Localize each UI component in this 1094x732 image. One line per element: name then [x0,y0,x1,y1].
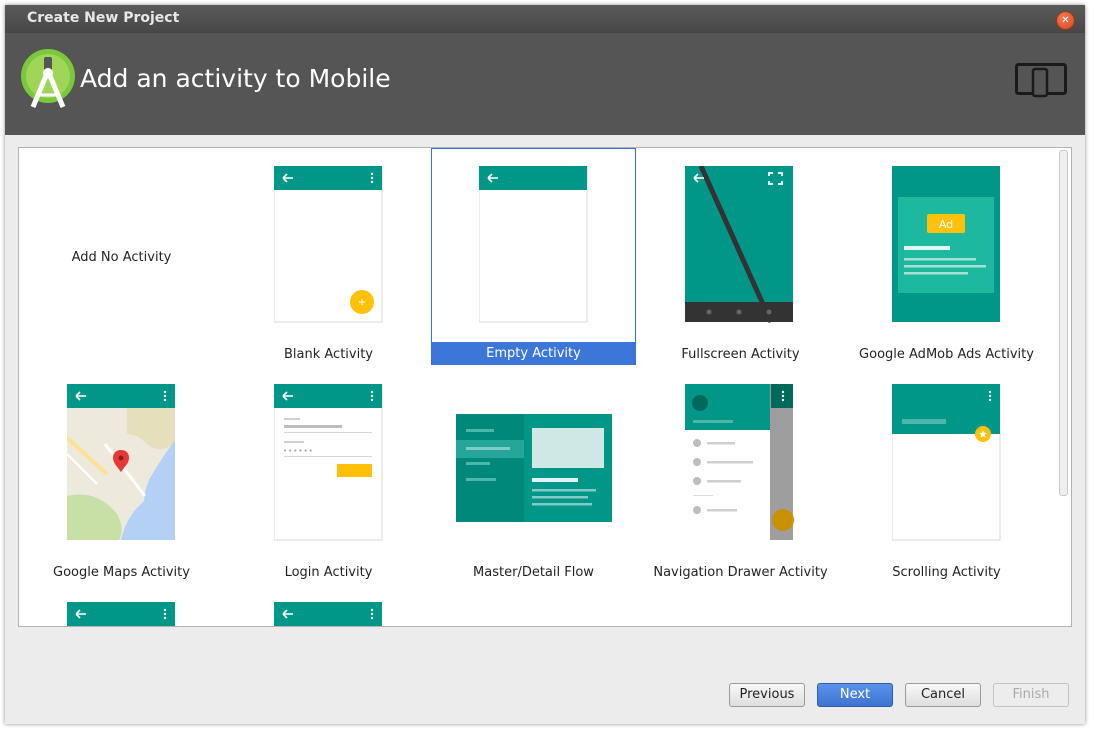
template-fullscreen-activity[interactable]: Fullscreen Activity [638,148,843,365]
template-master-detail-flow[interactable]: Master/Detail Flow [431,366,636,583]
template-scrolling-activity[interactable]: Scrolling Activity [844,366,1049,583]
template-empty-activity[interactable]: Empty Activity [431,148,636,365]
next-button[interactable]: Next [817,683,893,707]
title-bar: Create New Project ✕ [5,5,1085,33]
ad-badge-text: Ad [939,218,953,231]
template-navigation-drawer-activity[interactable]: Navigation Drawer Activity [638,366,843,583]
header-title: Add an activity to Mobile [80,64,391,93]
activity-gallery: Add No Activity Blank Activity Empty Act… [18,147,1072,627]
header-banner: Add an activity to Mobile [5,33,1085,135]
close-button[interactable]: ✕ [1056,11,1075,30]
window-title: Create New Project [27,10,180,26]
scrolling-activity-preview [892,384,1001,541]
maps-activity-preview [67,384,175,540]
admob-activity-preview: Ad [892,166,1000,322]
cancel-label: Cancel [920,687,966,702]
template-label: Google AdMob Ads Activity [859,347,1034,362]
fullscreen-activity-preview [685,166,793,324]
master-detail-preview [456,414,612,522]
blank-activity-preview [274,166,383,323]
next-label: Next [839,687,871,702]
vertical-scrollbar[interactable] [1059,150,1069,496]
previous-label: Previous [739,687,795,702]
template-label: Add No Activity [71,250,172,265]
cancel-button[interactable]: Cancel [905,683,981,707]
template-admob-activity[interactable]: Ad Google AdMob Ads Activity [844,148,1049,365]
template-label: Scrolling Activity [892,565,1001,580]
template-label: Fullscreen Activity [681,347,800,362]
create-project-dialog: Create New Project ✕ Add an activity to … [5,5,1085,724]
partial-preview [67,602,175,626]
template-label: Master/Detail Flow [473,565,594,580]
template-login-activity[interactable]: •••••• Login Activity [226,366,431,583]
android-studio-logo [21,49,75,108]
template-label: Navigation Drawer Activity [653,565,828,580]
template-partial-1[interactable] [19,584,224,626]
phone-tablet-icon [1015,63,1067,98]
svg-text:••••••: •••••• [283,447,314,455]
navigation-drawer-preview [685,384,794,540]
template-label: Empty Activity [432,342,635,365]
empty-activity-preview [479,166,588,323]
template-add-no-activity[interactable]: Add No Activity [19,148,224,365]
template-label: Login Activity [284,565,373,580]
finish-label: Finish [1012,687,1050,702]
template-google-maps-activity[interactable]: Google Maps Activity [19,366,224,583]
template-label: Blank Activity [283,347,373,362]
scrollbar-thumb[interactable] [1059,150,1068,496]
template-partial-2[interactable] [226,584,431,626]
template-blank-activity[interactable]: Blank Activity [226,148,431,365]
partial-preview [274,602,382,626]
login-activity-preview: •••••• [274,384,383,541]
previous-button[interactable]: Previous [729,683,805,707]
template-label: Google Maps Activity [53,565,190,580]
finish-button[interactable]: Finish [993,683,1069,707]
